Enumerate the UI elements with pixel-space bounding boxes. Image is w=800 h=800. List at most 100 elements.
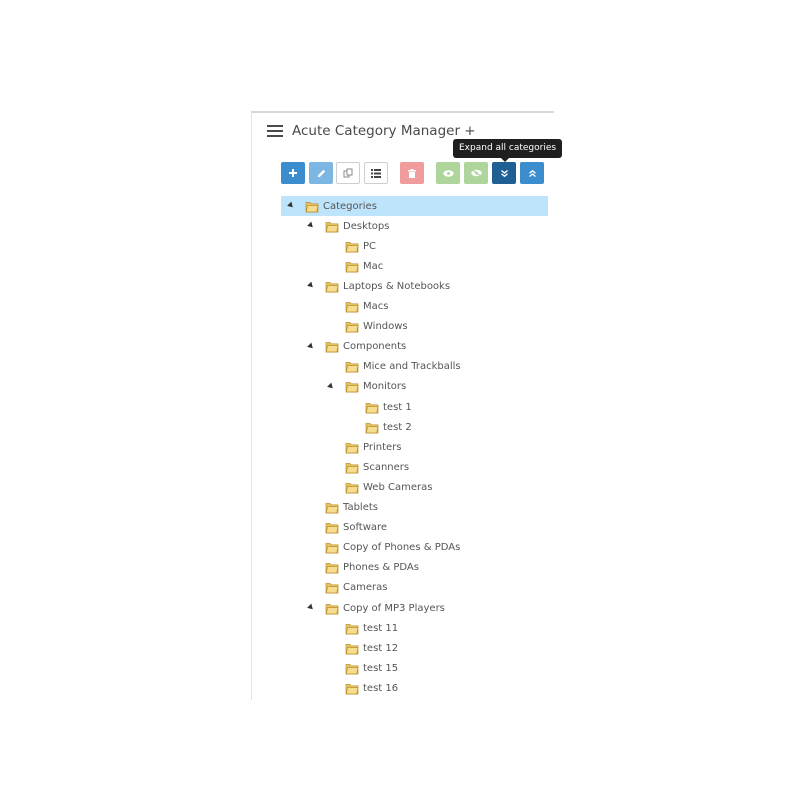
tree-node[interactable]: Printers — [281, 437, 548, 457]
tree-node[interactable]: test 15 — [281, 658, 548, 678]
folder-icon — [345, 260, 359, 273]
tree-node[interactable]: test 16 — [281, 678, 548, 698]
folder-icon — [325, 561, 339, 574]
folder-icon — [345, 240, 359, 253]
add-button[interactable] — [281, 162, 305, 184]
tree-node-label: Components — [343, 341, 407, 353]
folder-icon — [345, 461, 359, 474]
tree-node[interactable]: test 11 — [281, 618, 548, 638]
tree-node-label: test 1 — [383, 401, 412, 413]
tree-node[interactable]: Software — [281, 518, 548, 538]
list-icon — [371, 168, 381, 178]
tree-node-label: Tablets — [343, 502, 378, 513]
tree-node[interactable]: test 12 — [281, 638, 548, 658]
collapse-all-button[interactable] — [520, 162, 544, 184]
tree-node[interactable]: Monitors — [281, 377, 548, 397]
folder-icon — [325, 220, 339, 233]
expand-toggle-icon[interactable] — [307, 282, 315, 290]
folder-icon — [325, 340, 339, 353]
show-button[interactable] — [436, 162, 460, 184]
tree-node-label: test 2 — [383, 421, 412, 433]
folder-icon — [325, 501, 339, 514]
tree-node[interactable]: Macs — [281, 297, 548, 317]
folder-icon — [325, 581, 339, 594]
copy-icon — [343, 168, 353, 178]
tree-node-label: Cameras — [343, 582, 388, 594]
folder-icon — [345, 380, 359, 393]
tree-node[interactable]: Mac — [281, 256, 548, 276]
tree-node[interactable]: Web Cameras — [281, 477, 548, 497]
tree-node[interactable]: Tablets — [281, 498, 548, 518]
tree-root[interactable]: Categories — [281, 196, 548, 216]
folder-icon — [345, 662, 359, 675]
tree-node[interactable]: Scanners — [281, 457, 548, 477]
tree-node-label: Monitors — [363, 381, 407, 393]
tooltip: Expand all categories — [453, 139, 563, 162]
expand-toggle-icon[interactable] — [307, 221, 315, 230]
chevron-double-up-icon — [528, 169, 536, 177]
folder-icon — [345, 360, 359, 373]
folder-icon — [325, 280, 339, 293]
tree-node-label: Scanners — [363, 461, 410, 473]
expand-toggle-icon[interactable] — [327, 382, 335, 391]
pencil-icon — [317, 169, 325, 177]
folder-icon — [325, 521, 339, 534]
folder-icon — [365, 421, 379, 434]
tree-node[interactable]: Mice and Trackballs — [281, 357, 548, 377]
eye-slash-icon — [470, 169, 482, 177]
expand-toggle-icon[interactable] — [307, 342, 315, 351]
tree-node-label: Phones & PDAs — [343, 562, 419, 574]
tree-node-label: Categories — [323, 200, 377, 212]
tree-node[interactable]: Desktops — [281, 216, 548, 236]
plus-icon — [289, 169, 297, 177]
tree-node[interactable]: Components — [281, 337, 548, 357]
folder-icon — [345, 642, 359, 655]
tree-node-label: Copy of Phones & PDAs — [343, 542, 461, 554]
tree-node[interactable]: Windows — [281, 317, 548, 337]
folder-icon — [325, 602, 339, 615]
tree-node-label: test 11 — [363, 622, 399, 634]
tree-node-label: Laptops & Notebooks — [343, 280, 451, 292]
tree-node[interactable]: test 1 — [281, 397, 548, 417]
folder-icon — [345, 481, 359, 494]
hide-button[interactable] — [464, 162, 488, 184]
tree-node-label: test 15 — [363, 662, 399, 674]
tree-node[interactable]: Copy of Phones & PDAs — [281, 538, 548, 558]
tree-node-label: test 16 — [363, 682, 399, 694]
folder-icon — [325, 541, 339, 554]
folder-icon — [305, 200, 319, 213]
tree-node[interactable]: Copy of MP3 Players — [281, 598, 548, 618]
eye-icon — [442, 169, 454, 177]
tree-node[interactable]: PC — [281, 236, 548, 256]
tree-node[interactable]: Phones & PDAs — [281, 558, 548, 578]
copy-button[interactable] — [336, 162, 360, 184]
list-button[interactable] — [364, 162, 388, 184]
chevron-double-down-icon — [500, 169, 508, 177]
tree-node-label: Software — [343, 522, 388, 534]
delete-button[interactable] — [400, 162, 424, 184]
tree-node-label: Printers — [363, 441, 402, 453]
folder-icon — [345, 300, 359, 313]
edit-button[interactable] — [309, 162, 333, 184]
folder-icon — [345, 320, 359, 333]
tree-node-label: test 12 — [363, 642, 399, 654]
tree-node-label: Copy of MP3 Players — [343, 602, 445, 614]
tree-node-label: Windows — [363, 321, 408, 333]
tree-node-label: PC — [363, 240, 377, 252]
tree-node[interactable]: Cameras — [281, 578, 548, 598]
folder-icon — [345, 682, 359, 695]
tree-node-label: Desktops — [343, 220, 390, 232]
tree-node-label: Mac — [363, 260, 384, 272]
folder-icon — [345, 622, 359, 635]
expand-toggle-icon[interactable] — [307, 603, 315, 612]
expand-all-button[interactable] — [492, 162, 516, 184]
list-icon — [267, 125, 283, 137]
tree-node-label: Mice and Trackballs — [363, 361, 461, 373]
folder-icon — [365, 401, 379, 414]
tree-node[interactable]: Laptops & Notebooks — [281, 276, 548, 296]
tree-node-label: Web Cameras — [363, 481, 433, 493]
tree-node[interactable]: test 2 — [281, 417, 548, 437]
expand-toggle-icon[interactable] — [287, 201, 295, 210]
panel-header: Acute Category Manager + — [267, 120, 476, 142]
trash-icon — [408, 168, 416, 178]
